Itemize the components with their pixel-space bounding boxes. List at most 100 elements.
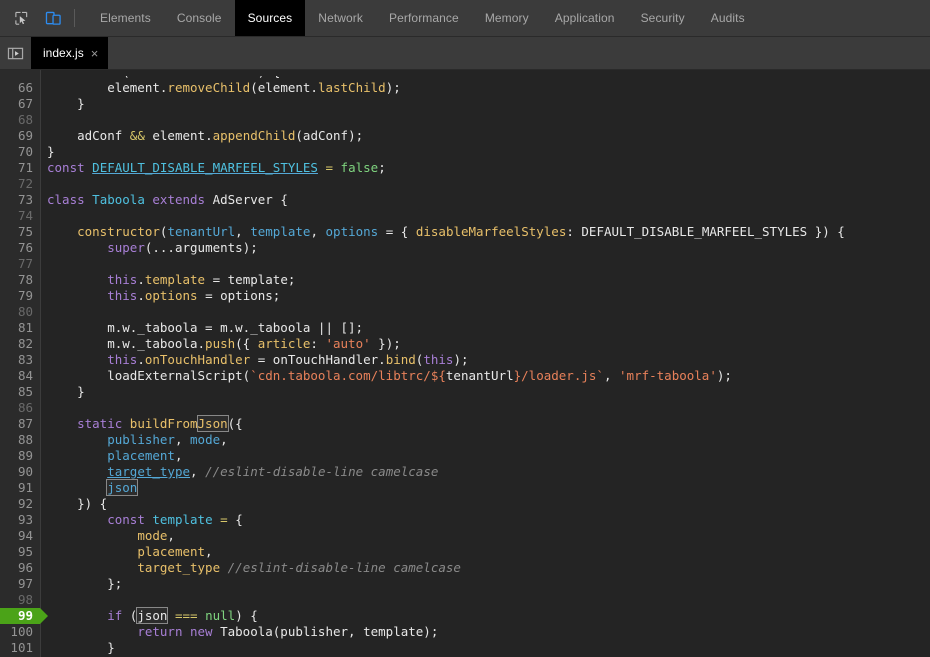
line-number[interactable]: 97 [0, 576, 40, 592]
code-line[interactable]: this.template = template; [41, 272, 930, 288]
code-token: = [325, 160, 334, 175]
line-number[interactable]: 87 [0, 416, 40, 432]
panel-tab-application[interactable]: Application [542, 0, 628, 36]
line-number[interactable]: 67 [0, 96, 40, 112]
code-line[interactable]: loadExternalScript(`cdn.taboola.com/libt… [41, 368, 930, 384]
code-line-text: return new Taboola(publisher, template); [41, 624, 438, 639]
line-number[interactable]: 82 [0, 336, 40, 352]
line-number[interactable]: 68 [0, 112, 40, 128]
code-line[interactable]: m.w._taboola = m.w._taboola || []; [41, 320, 930, 336]
code-line[interactable] [41, 256, 930, 272]
line-number[interactable]: 95 [0, 544, 40, 560]
file-tab-index-js[interactable]: index.js × [31, 37, 109, 69]
line-number[interactable]: 94 [0, 528, 40, 544]
source-code-editor[interactable]: 6566676869707172737475767778798081828384… [0, 70, 930, 657]
code-line-text: json [41, 479, 139, 496]
code-line[interactable] [41, 208, 930, 224]
line-number[interactable]: 91 [0, 480, 40, 496]
code-line[interactable]: target_type //eslint-disable-line camelc… [41, 560, 930, 576]
code-token: target_type [137, 560, 221, 575]
code-line[interactable] [41, 112, 930, 128]
close-icon[interactable]: × [91, 47, 99, 60]
line-number[interactable]: 81 [0, 320, 40, 336]
line-number[interactable]: 93 [0, 512, 40, 528]
code-line[interactable]: return new Taboola(publisher, template); [41, 624, 930, 640]
line-number[interactable]: 88 [0, 432, 40, 448]
panel-tab-console[interactable]: Console [164, 0, 235, 36]
panel-tab-audits[interactable]: Audits [698, 0, 758, 36]
code-line[interactable]: } [41, 144, 930, 160]
line-number[interactable]: 74 [0, 208, 40, 224]
line-number[interactable]: 101 [0, 640, 40, 656]
code-line[interactable]: }; [41, 576, 930, 592]
line-number-gutter[interactable]: 6566676869707172737475767778798081828384… [0, 70, 48, 657]
line-number[interactable]: 69 [0, 128, 40, 144]
code-line[interactable]: const DEFAULT_DISABLE_MARFEEL_STYLES = f… [41, 160, 930, 176]
line-number[interactable]: 100 [0, 624, 40, 640]
show-navigator-icon[interactable] [0, 37, 31, 69]
line-number[interactable]: 77 [0, 256, 40, 272]
line-number[interactable]: 79 [0, 288, 40, 304]
line-number[interactable]: 66 [0, 80, 40, 96]
line-number[interactable]: 72 [0, 176, 40, 192]
line-number[interactable]: 98 [0, 592, 40, 608]
line-number[interactable]: 78 [0, 272, 40, 288]
line-number[interactable]: 73 [0, 192, 40, 208]
code-line[interactable]: element.removeChild(element.lastChild); [41, 80, 930, 96]
device-toolbar-icon[interactable] [40, 5, 66, 31]
line-number[interactable]: 76 [0, 240, 40, 256]
panel-tab-performance[interactable]: Performance [376, 0, 472, 36]
panel-tab-sources[interactable]: Sources [234, 0, 306, 36]
code-line[interactable]: publisher, mode, [41, 432, 930, 448]
panel-tab-security[interactable]: Security [628, 0, 698, 36]
code-line[interactable] [41, 304, 930, 320]
code-line[interactable] [41, 400, 930, 416]
code-token: placement [107, 448, 175, 463]
line-number[interactable]: 75 [0, 224, 40, 240]
code-line[interactable]: placement, [41, 544, 930, 560]
code-line[interactable]: }) { [41, 496, 930, 512]
panel-tab-elements[interactable]: Elements [87, 0, 164, 36]
code-line[interactable]: constructor(tenantUrl, template, options… [41, 224, 930, 240]
code-line[interactable] [41, 176, 930, 192]
code-line[interactable]: m.w._taboola.push({ article: 'auto' }); [41, 336, 930, 352]
code-token: 'auto' [325, 336, 371, 351]
code-line[interactable]: const template = { [41, 512, 930, 528]
code-token: , [205, 544, 213, 559]
line-number[interactable]: 92 [0, 496, 40, 512]
code-line[interactable]: static buildFromJson({ [41, 415, 930, 432]
code-token: 'mrf-taboola' [619, 368, 717, 383]
inspect-element-icon[interactable] [8, 5, 34, 31]
line-number[interactable]: 80 [0, 304, 40, 320]
code-line[interactable]: target_type, //eslint-disable-line camel… [41, 464, 930, 480]
code-line[interactable]: json [41, 479, 930, 496]
code-line[interactable]: if (json === null) { [41, 607, 930, 624]
code-line[interactable]: } [41, 96, 930, 112]
code-line[interactable]: class Taboola extends AdServer { [41, 192, 930, 208]
code-line[interactable]: adConf && element.appendChild(adConf); [41, 128, 930, 144]
code-line[interactable]: this.options = options; [41, 288, 930, 304]
code-line[interactable]: placement, [41, 448, 930, 464]
line-number[interactable]: 84 [0, 368, 40, 384]
line-number[interactable]: 71 [0, 160, 40, 176]
line-number[interactable]: 89 [0, 448, 40, 464]
code-line[interactable]: } [41, 640, 930, 656]
line-number[interactable]: 70 [0, 144, 40, 160]
code-pane[interactable]: while (element.lastChild) { element.remo… [41, 70, 930, 657]
panel-tab-network[interactable]: Network [305, 0, 376, 36]
code-token: appendChild [212, 128, 296, 143]
code-line[interactable]: super(...arguments); [41, 240, 930, 256]
line-number[interactable]: 85 [0, 384, 40, 400]
line-number[interactable]: 83 [0, 352, 40, 368]
panel-tab-memory[interactable]: Memory [472, 0, 542, 36]
code-token: , [174, 448, 183, 463]
code-line[interactable] [41, 592, 930, 608]
code-line[interactable]: mode, [41, 528, 930, 544]
code-line[interactable]: this.onTouchHandler = onTouchHandler.bin… [41, 352, 930, 368]
breakpoint-line-number[interactable]: 99 [0, 608, 48, 624]
code-line[interactable]: } [41, 384, 930, 400]
line-number[interactable]: 96 [0, 560, 40, 576]
line-number[interactable]: 86 [0, 400, 40, 416]
line-number[interactable]: 90 [0, 464, 40, 480]
